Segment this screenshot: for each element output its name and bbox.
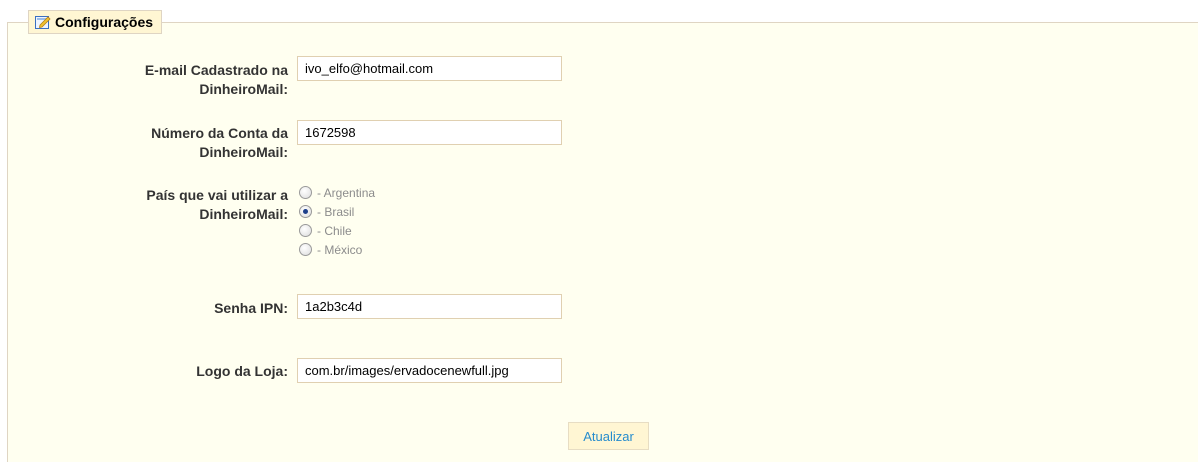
update-button[interactable]: Atualizar <box>568 422 649 450</box>
store-logo-field[interactable]: com.br/images/ervadocenewfull.jpg <box>297 358 562 383</box>
country-option-argentina[interactable]: - Argentina <box>299 183 375 202</box>
email-field[interactable]: ivo_elfo@hotmail.com <box>297 56 562 81</box>
radio-button[interactable] <box>299 243 312 256</box>
ipn-password-label: Senha IPN: <box>214 300 288 316</box>
ipn-password-field[interactable]: 1a2b3c4d <box>297 294 562 319</box>
email-label: E-mail Cadastrado na DinheiroMail: <box>144 62 288 97</box>
account-number-label: Número da Conta da DinheiroMail: <box>151 125 288 160</box>
radio-button-selected[interactable] <box>299 205 312 218</box>
edit-document-icon <box>35 15 51 29</box>
store-logo-label: Logo da Loja: <box>196 363 288 379</box>
section-title: Configurações <box>55 14 154 30</box>
radio-button[interactable] <box>299 186 312 199</box>
country-radio-group: - Argentina - Brasil - Chile - México <box>299 183 375 259</box>
country-option-chile[interactable]: - Chile <box>299 221 375 240</box>
radio-button[interactable] <box>299 224 312 237</box>
account-number-field[interactable]: 1672598 <box>297 120 562 145</box>
settings-legend: Configurações <box>28 10 163 34</box>
country-option-mexico[interactable]: - México <box>299 240 375 259</box>
country-label: País que vai utilizar a DinheiroMail: <box>146 187 288 222</box>
country-option-brasil[interactable]: - Brasil <box>299 202 375 221</box>
